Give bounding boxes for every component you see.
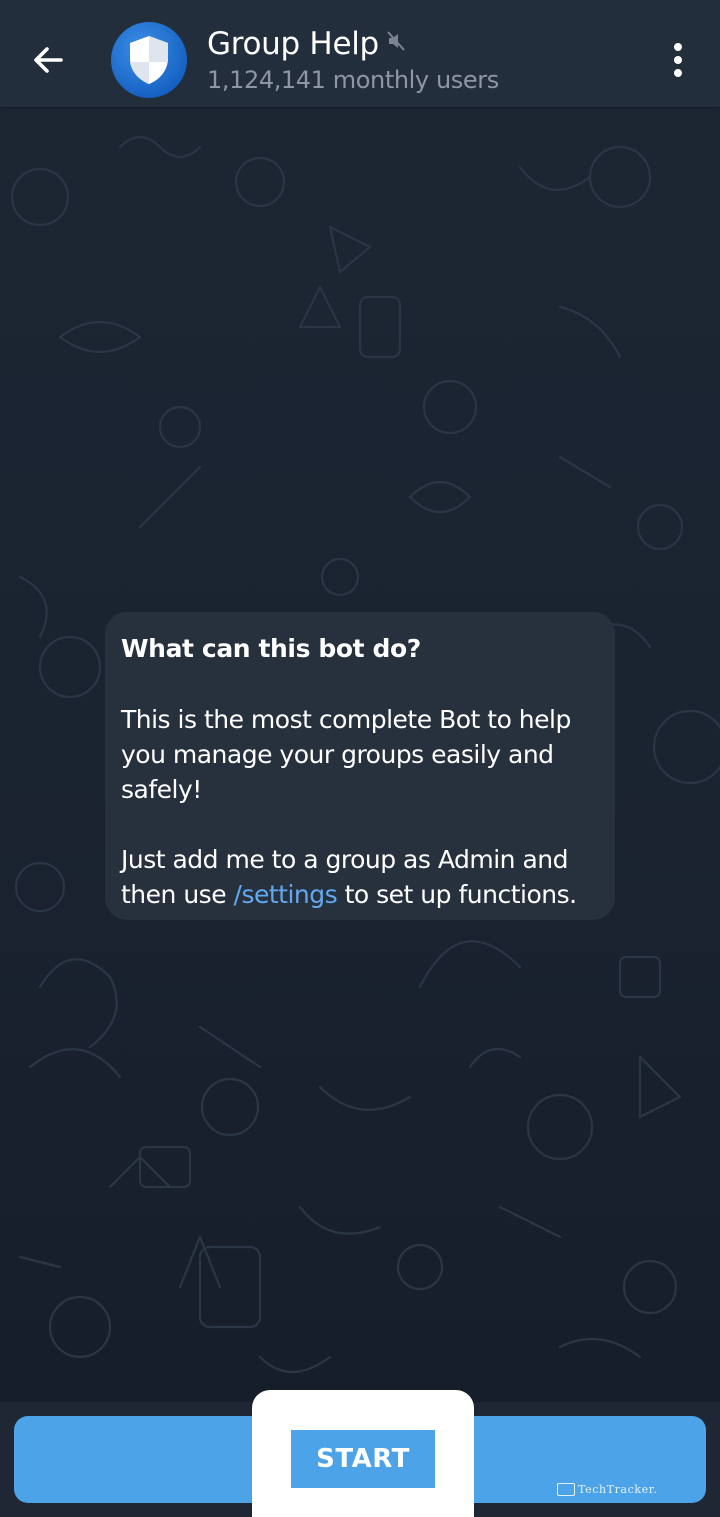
watermark-text: TechTracker.	[578, 1483, 658, 1496]
start-button[interactable]: START	[291, 1430, 435, 1488]
chat-title-block[interactable]: Group Help 1,124,141 monthly users	[207, 26, 499, 94]
more-vertical-icon	[674, 43, 682, 51]
bot-description-heading: What can this bot do?	[121, 634, 421, 663]
chat-title: Group Help	[207, 26, 379, 62]
chat-header: Group Help 1,124,141 monthly users	[0, 0, 720, 107]
instructions-text-after: to set up functions.	[337, 880, 577, 909]
bot-description-paragraph: This is the most complete Bot to help yo…	[121, 705, 571, 804]
bot-instructions-paragraph: Just add me to a group as Admin and then…	[121, 842, 599, 912]
arrow-left-icon	[34, 47, 63, 73]
bot-avatar[interactable]	[111, 22, 187, 98]
more-options-button[interactable]	[658, 36, 698, 84]
settings-command-link[interactable]: /settings	[234, 880, 338, 909]
watermark: TechTracker.	[557, 1483, 657, 1496]
shield-icon	[130, 36, 168, 84]
watermark-logo-icon	[557, 1483, 575, 1496]
bot-description-bubble: What can this bot do? This is the most c…	[105, 612, 615, 920]
back-button[interactable]	[18, 30, 78, 90]
muted-speaker-icon	[387, 31, 405, 51]
chat-subtitle: 1,124,141 monthly users	[207, 66, 499, 94]
